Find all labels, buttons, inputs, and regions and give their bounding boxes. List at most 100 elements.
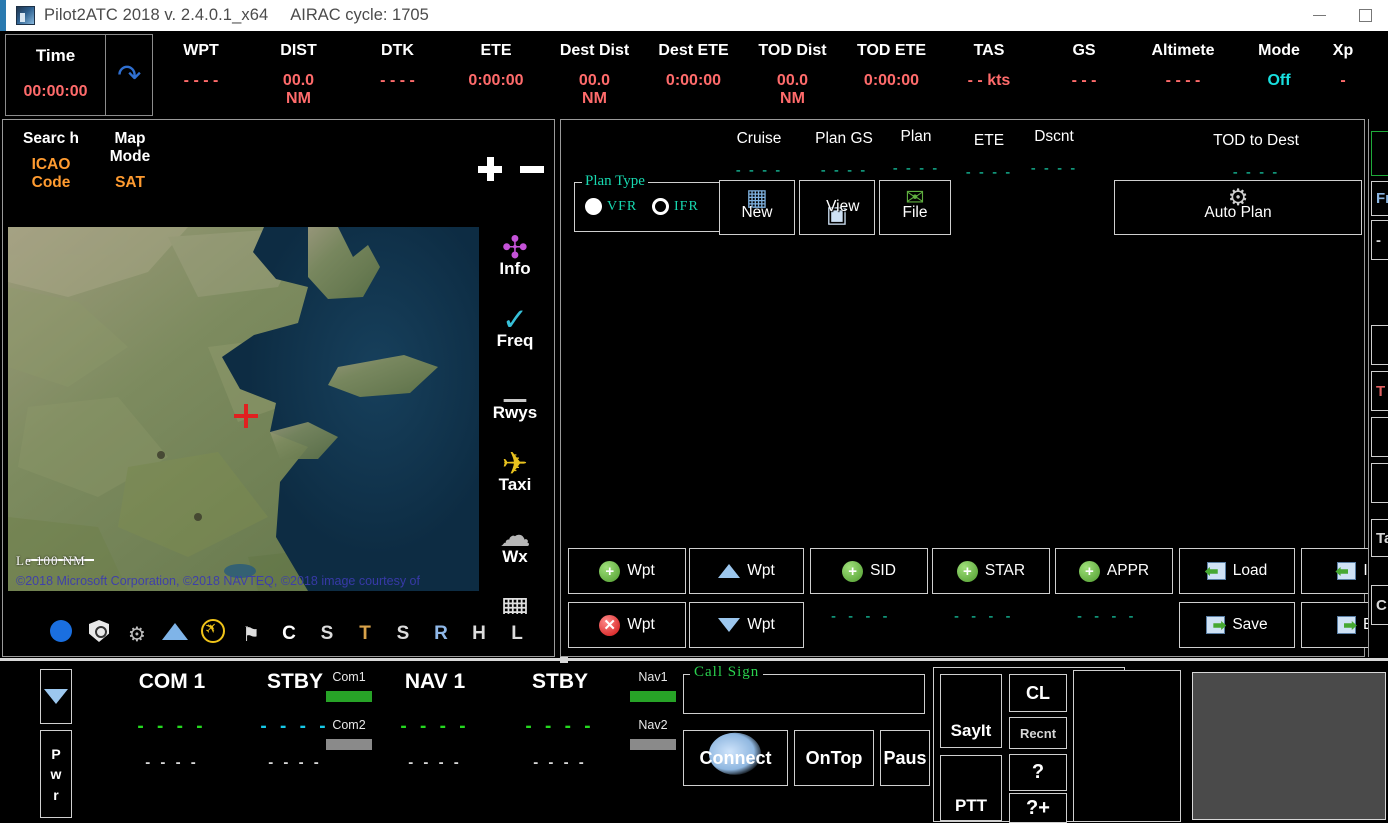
file-plan-label: File [903,204,928,221]
stat-plan-gs-value: - - - - [804,162,884,179]
right-btn-3[interactable] [1371,325,1388,365]
legend-class-s[interactable]: S [308,623,346,645]
pause-button[interactable]: Paus [880,730,930,786]
zoom-in-icon[interactable] [478,157,502,181]
map-tool-rwys[interactable]: ⚊ Rwys [482,377,548,449]
save-plan-label: Save [1232,616,1267,634]
recent-button[interactable]: Recnt [1009,717,1067,749]
view-plan-button[interactable]: ▣ View [799,180,875,235]
legend-class-h[interactable]: H [460,623,498,645]
sayit-button[interactable]: SayIt [940,674,1002,748]
splitter-handle[interactable] [560,657,568,663]
delete-wpt-button[interactable]: ✕ Wpt [568,602,686,648]
legend-aircraft-toggle[interactable] [194,619,232,649]
map-tool-info[interactable]: ✣ Info [482,233,548,305]
callsign-field[interactable]: Call Sign [683,674,925,714]
cl-button[interactable]: CL [1009,674,1067,712]
radio-expand-button[interactable] [40,669,72,724]
right-btn-ta[interactable]: Ta [1371,519,1388,557]
field-tas: TAS - - kts [941,31,1037,119]
field-tod-ete: TOD ETE 0:00:00 [842,31,941,119]
nav1-active-bar[interactable] [630,691,676,702]
file-plan-button[interactable]: ✉ File [879,180,951,235]
save-icon [1206,616,1225,634]
plan-type-vfr[interactable]: VFR [585,198,637,215]
add-appr-button[interactable]: + APPR [1055,548,1173,594]
add-sid-label: SID [870,562,896,580]
legend-airspace-toggle[interactable]: ⚑ [232,622,270,647]
connect-label: Connect [700,748,772,769]
add-wpt-button[interactable]: + Wpt [568,548,686,594]
map-tool-freq[interactable]: ✓ Freq [482,305,548,377]
legend-class-s2[interactable]: S [384,623,422,645]
plan-type-ifr[interactable]: IFR [652,198,699,215]
map-mode-control[interactable]: Map Mode SAT [95,130,165,191]
field-dist-value: 00.0 NM [249,72,348,108]
move-wpt-up-button[interactable]: Wpt [689,548,804,594]
field-tod-ete-value: 0:00:00 [842,72,941,90]
stat-ete-value: - - - - [961,164,1017,181]
save-plan-button[interactable]: Save [1179,602,1295,648]
map-canvas[interactable]: Le 100 NM ©2018 Microsoft Corporation, ©… [8,227,479,591]
legend-class-l[interactable]: L [498,623,536,645]
zoom-out-icon[interactable] [520,166,544,173]
move-wpt-down-button[interactable]: Wpt [689,602,804,648]
map-mode-value: SAT [95,174,165,192]
delete-wpt-label: Wpt [627,616,655,634]
stat-tod-to-dest: TOD to Dest - - - - [1201,132,1311,181]
ndb-icon: ⚙ [128,622,146,646]
help-plus-button[interactable]: ?+ [1009,793,1067,823]
map-tool-taxi[interactable]: ✈ Taxi [482,449,548,521]
map-header: Searc h ICAO Code Map Mode SAT [3,120,554,225]
auto-plan-button[interactable]: ⚙ Auto Plan [1114,180,1362,235]
add-star-button[interactable]: + STAR [932,548,1050,594]
time-box: Time 00:00:00 ↶ [5,34,153,116]
field-dist-label: DIST [249,42,348,60]
right-btn-fr[interactable]: Fr [1371,181,1388,216]
undo-button[interactable]: ↶ [106,35,152,115]
right-btn-2[interactable]: - [1371,220,1388,260]
stat-plan-gs-label: Plan GS [804,130,884,148]
legend-class-r[interactable]: R [422,623,460,645]
load-plan-label: Load [1233,562,1267,580]
power-button[interactable]: P w r [40,730,72,818]
legend-ndb-toggle[interactable]: ⚙ [118,622,156,647]
display-box[interactable] [1192,672,1386,820]
load-plan-button[interactable]: Load [1179,548,1295,594]
add-sid-button[interactable]: + SID [810,548,928,594]
right-btn-0[interactable] [1371,131,1388,176]
flight-plan-list[interactable] [567,242,1358,536]
legend-vor-toggle[interactable] [80,620,118,648]
map-tool-rwys-label: Rwys [482,403,548,423]
message-box[interactable] [1073,670,1181,822]
nav1-select-label: Nav1 [626,670,680,684]
ontop-button[interactable]: OnTop [794,730,874,786]
legend-intersection-toggle[interactable] [156,623,194,646]
search-control[interactable]: Searc h ICAO Code [21,130,81,191]
field-dtk-label: DTK [348,42,447,60]
new-plan-button[interactable]: ▦ New [719,180,795,235]
right-btn-t[interactable]: T [1371,371,1388,411]
ptt-label: PTT [955,796,987,816]
maximize-button[interactable] [1342,0,1388,31]
field-tas-label: TAS [941,42,1037,60]
map-tool-wx[interactable]: ☁ Wx [482,521,548,593]
legend-class-t[interactable]: T [346,623,384,645]
cl-label: CL [1026,683,1050,704]
nav1-stby-column[interactable]: STBY - - - - - - - - [480,670,640,771]
nav-selector[interactable]: Nav1 Nav2 [626,670,680,750]
legend-airport-toggle[interactable] [42,620,80,648]
ptt-button[interactable]: PTT [940,755,1002,821]
panel-splitter[interactable] [0,658,1388,661]
airport-icon [50,620,72,642]
right-btn-5[interactable] [1371,417,1388,457]
right-btn-c[interactable]: C [1371,585,1388,625]
legend-class-c[interactable]: C [270,623,308,645]
plan-type-ifr-label: IFR [674,199,699,215]
nav2-active-bar[interactable] [630,739,676,750]
connect-button[interactable]: Connect [683,730,788,786]
minimize-button[interactable] [1296,0,1342,31]
right-btn-6[interactable] [1371,463,1388,503]
field-xpdr-value: - [1323,72,1363,90]
help-button[interactable]: ? [1009,754,1067,791]
